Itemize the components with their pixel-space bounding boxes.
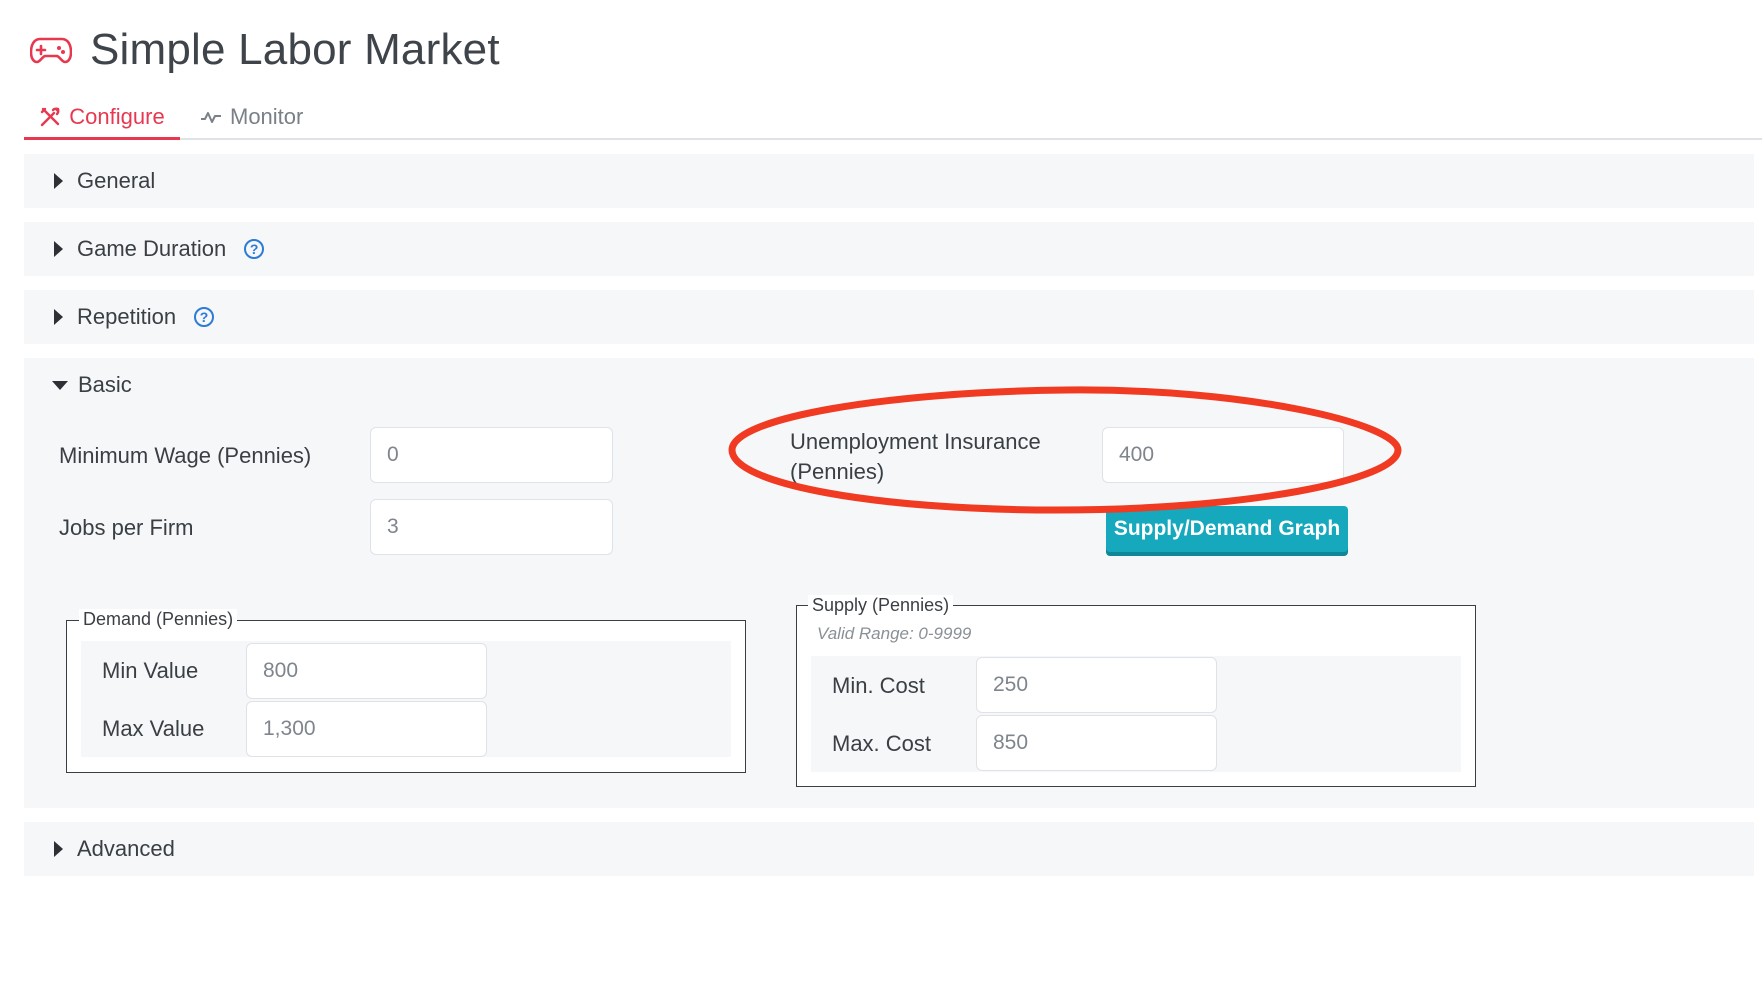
demand-max-input[interactable] [246,701,487,757]
section-game-duration-label: Game Duration [77,236,227,261]
demand-max-label: Max Value [102,716,205,741]
help-icon[interactable]: ? [194,307,215,327]
caret-right-icon [54,309,63,325]
caret-down-icon [52,380,68,390]
unemployment-insurance-input[interactable] [1102,427,1344,483]
section-advanced-toggle[interactable]: Advanced [24,822,175,876]
min-wage-label: Minimum Wage (Pennies) [59,443,312,468]
supply-min-input[interactable] [976,657,1217,713]
demand-legend: Demand (Pennies) [79,609,238,630]
caret-right-icon [54,241,63,257]
tab-monitor[interactable]: Monitor [200,96,303,138]
section-game-duration: Game Duration ? [24,222,1754,276]
unemployment-insurance-label-line2: (Pennies) [790,459,885,484]
section-repetition: Repetition ? [24,290,1754,344]
section-general-toggle[interactable]: General [24,154,155,208]
section-general: General [24,154,1754,208]
tab-configure[interactable]: Configure [24,96,180,140]
supply-max-label: Max. Cost [832,731,932,756]
jobs-per-firm-input[interactable] [370,499,613,555]
gamepad-icon [30,37,72,64]
supply-legend: Supply (Pennies) [808,595,954,616]
supply-valid-range-hint: Valid Range: 0-9999 [817,624,972,643]
demand-min-label: Min Value [102,658,199,683]
page: Simple Labor Market Configure Monitor Ge… [0,0,1762,990]
section-basic-toggle[interactable]: Basic [24,358,132,412]
app-header: Simple Labor Market [30,22,500,78]
demand-min-input[interactable] [246,643,487,699]
unemployment-insurance-label: Unemployment Insurance (Pennies) [790,427,1041,487]
section-advanced: Advanced [24,822,1754,876]
section-repetition-toggle[interactable]: Repetition ? [24,290,215,344]
page-title: Simple Labor Market [90,25,500,74]
section-repetition-label: Repetition [77,304,177,329]
section-advanced-label: Advanced [77,836,175,861]
caret-right-icon [54,841,63,857]
supply-demand-graph-button[interactable]: Supply/Demand Graph [1106,506,1348,552]
activity-icon [201,112,221,123]
section-basic-label: Basic [78,372,132,397]
min-wage-input[interactable] [370,427,613,483]
supply-min-label: Min. Cost [832,673,925,698]
section-game-duration-toggle[interactable]: Game Duration ? [24,222,265,276]
help-icon[interactable]: ? [244,239,265,259]
caret-right-icon [54,173,63,189]
tab-monitor-label: Monitor [230,104,304,129]
tools-icon [41,107,60,126]
supply-max-input[interactable] [976,715,1217,771]
unemployment-insurance-label-line1: Unemployment Insurance [790,429,1041,454]
tab-bar: Configure Monitor [24,96,1762,140]
jobs-per-firm-label: Jobs per Firm [59,515,194,540]
section-general-label: General [77,168,156,193]
tab-configure-label: Configure [69,103,165,129]
